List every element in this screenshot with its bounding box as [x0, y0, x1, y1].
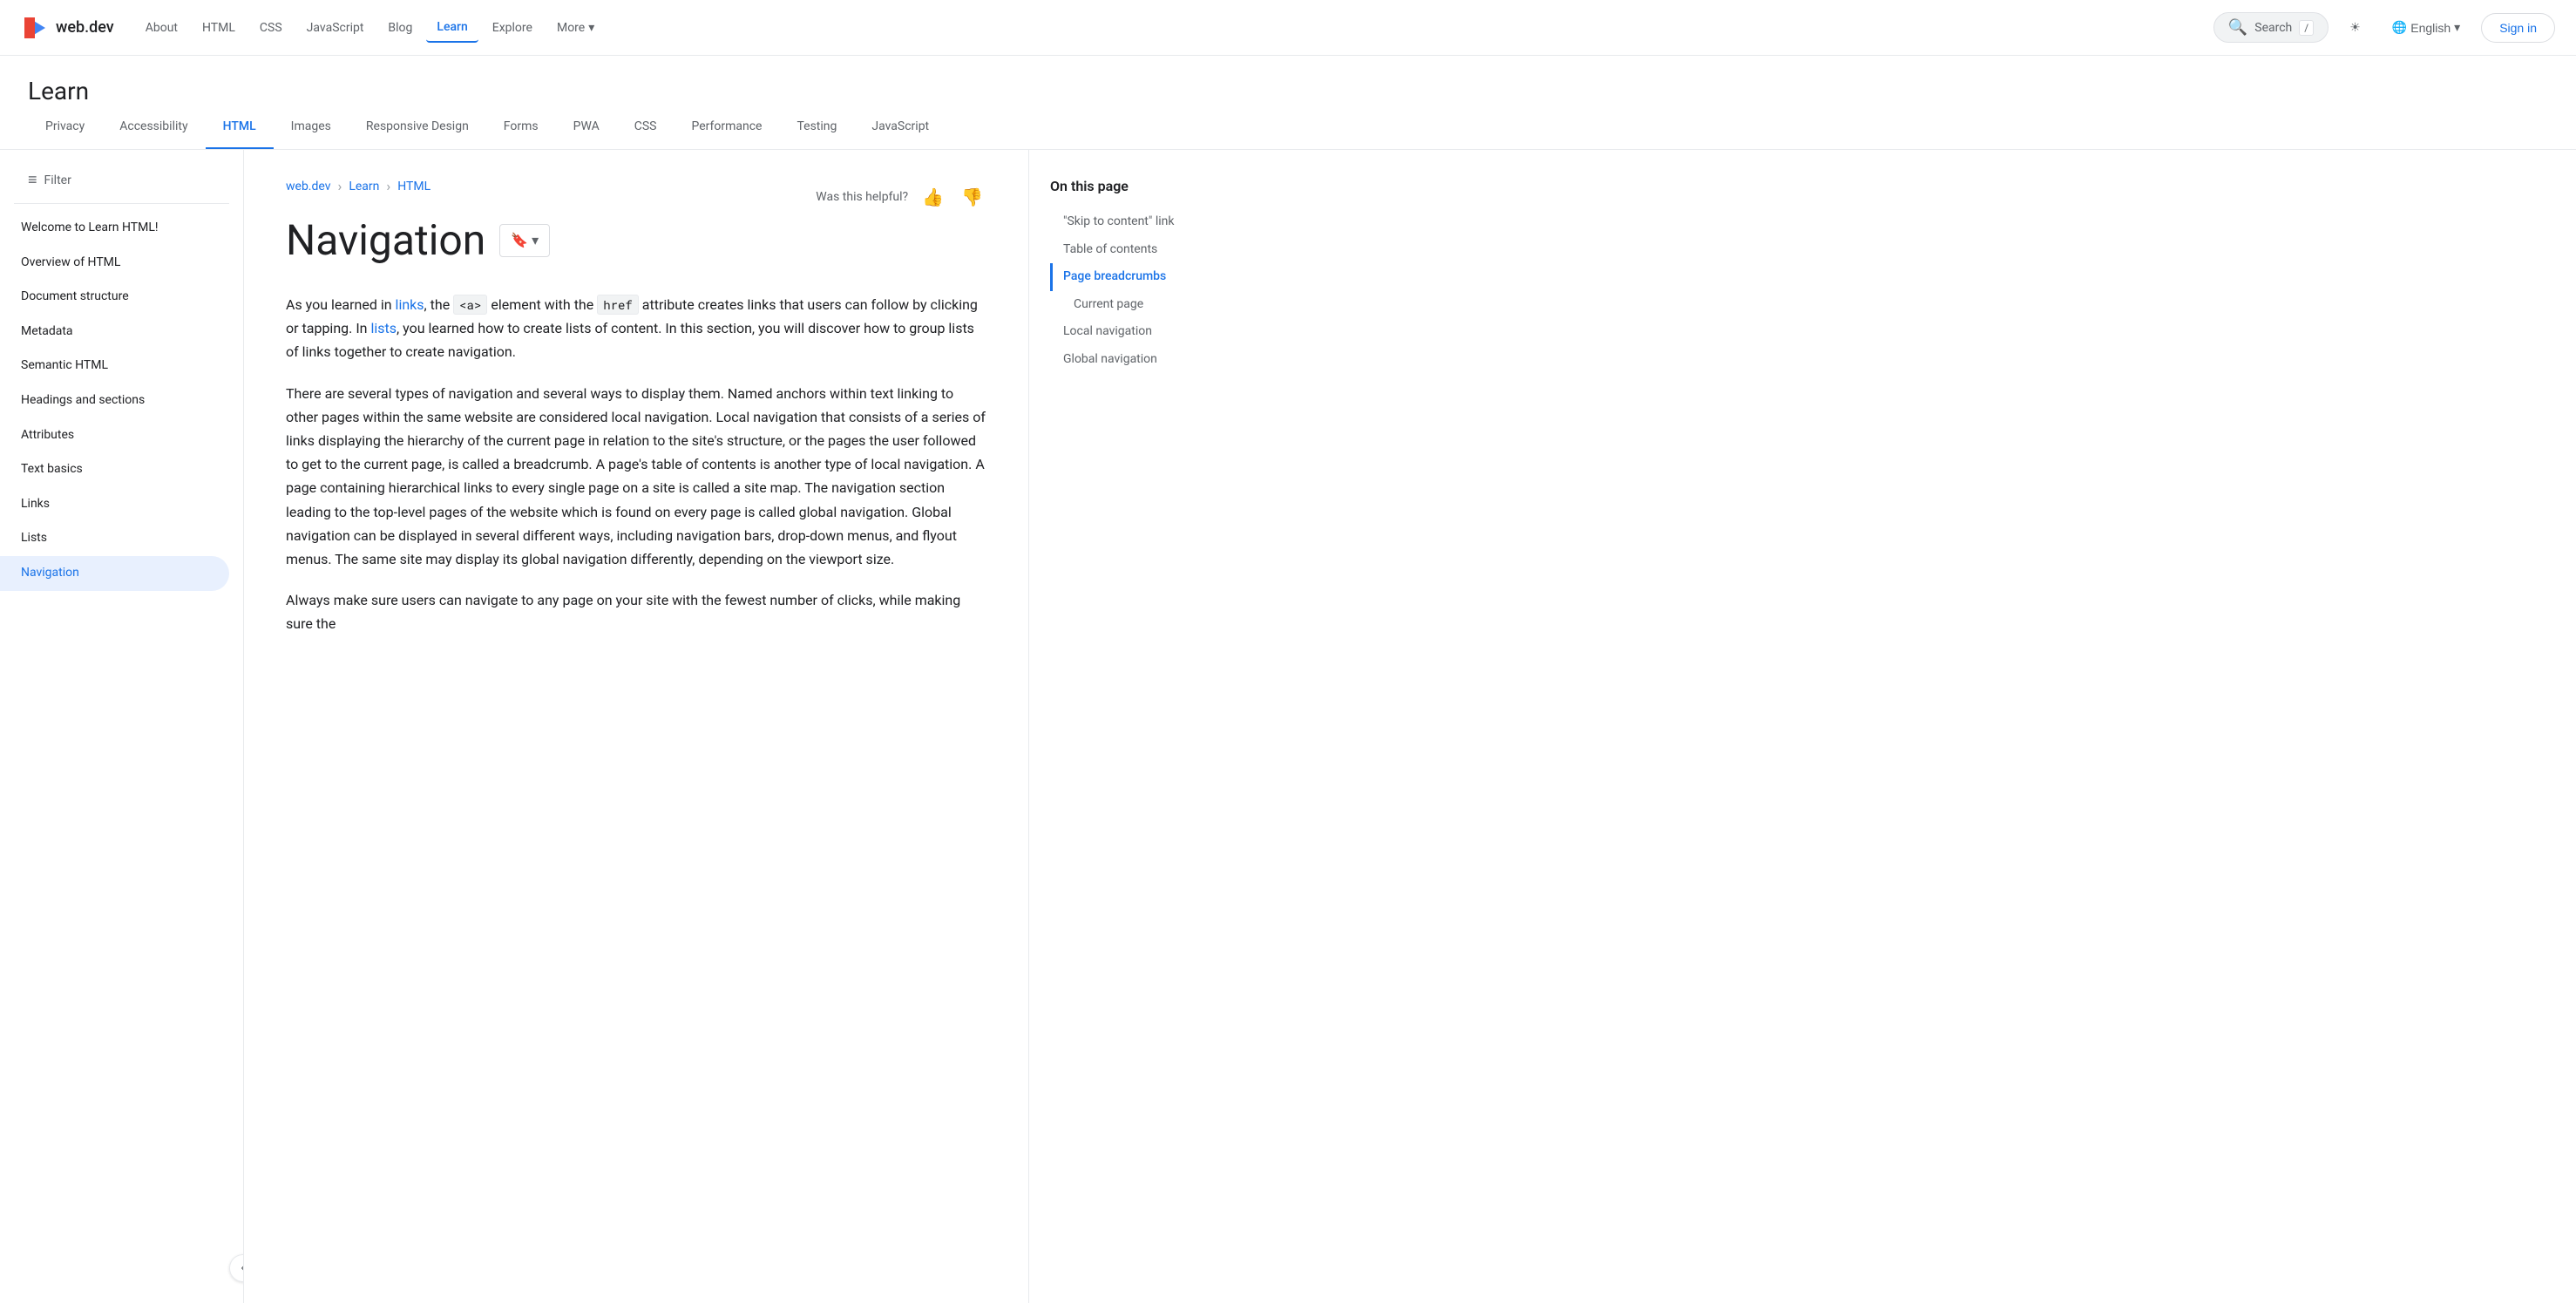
sidebar-item-text-basics[interactable]: Text basics [0, 452, 243, 487]
toc-item-current-page[interactable]: Current page [1050, 291, 1251, 319]
search-icon: 🔍 [2228, 18, 2247, 37]
tab-images[interactable]: Images [274, 105, 349, 150]
search-box[interactable]: 🔍 Search / [2213, 12, 2329, 43]
filter-label: Filter [44, 173, 71, 187]
tab-privacy[interactable]: Privacy [28, 105, 102, 150]
sidebar-item-semantic-html[interactable]: Semantic HTML [0, 349, 243, 383]
breadcrumb-separator-2: › [386, 178, 390, 194]
sign-in-button[interactable]: Sign in [2481, 13, 2555, 43]
logo-icon [21, 14, 49, 42]
link-lists[interactable]: lists [370, 320, 397, 336]
helpful-area: Was this helpful? 👍 👎 [816, 183, 986, 211]
helpful-label: Was this helpful? [816, 190, 908, 204]
sidebar-item-attributes[interactable]: Attributes [0, 418, 243, 453]
code-href: href [597, 295, 639, 315]
category-tabs: Privacy Accessibility HTML Images Respon… [0, 105, 2576, 150]
paragraph-1: As you learned in links, the <a> element… [286, 293, 986, 364]
breadcrumb-row: web.dev › Learn › HTML Was this helpful?… [286, 178, 986, 215]
nav-more[interactable]: More ▾ [546, 14, 605, 42]
main-layout: ≡ Filter Welcome to Learn HTML! Overview… [0, 150, 2576, 1303]
nav-learn[interactable]: Learn [426, 13, 478, 43]
toc-item-table-of-contents[interactable]: Table of contents [1050, 236, 1251, 264]
tab-css[interactable]: CSS [617, 105, 675, 150]
bookmark-button[interactable]: 🔖 ▾ [499, 224, 550, 257]
sidebar-item-metadata[interactable]: Metadata [0, 315, 243, 350]
nav-css[interactable]: CSS [249, 14, 293, 42]
nav-javascript[interactable]: JavaScript [296, 14, 375, 42]
tab-responsive-design[interactable]: Responsive Design [349, 105, 486, 150]
nav-links: About HTML CSS JavaScript Blog Learn Exp… [135, 13, 2207, 43]
search-placeholder: Search [2254, 21, 2292, 35]
tab-accessibility[interactable]: Accessibility [102, 105, 205, 150]
toc-item-page-breadcrumbs[interactable]: Page breadcrumbs [1050, 263, 1251, 291]
globe-icon: 🌐 [2392, 20, 2407, 35]
nav-explore[interactable]: Explore [482, 14, 543, 42]
breadcrumb-html[interactable]: HTML [397, 180, 430, 193]
tab-testing[interactable]: Testing [779, 105, 854, 150]
sidebar-item-lists[interactable]: Lists [0, 521, 243, 556]
breadcrumb: web.dev › Learn › HTML [286, 178, 430, 194]
search-shortcut: / [2299, 20, 2314, 36]
sidebar-item-overview[interactable]: Overview of HTML [0, 246, 243, 281]
tab-html[interactable]: HTML [206, 105, 274, 150]
page-title: Navigation [286, 215, 485, 265]
learn-header: Learn [0, 56, 2576, 105]
content-area: web.dev › Learn › HTML Was this helpful?… [244, 150, 1028, 1303]
breadcrumb-separator-1: › [338, 178, 342, 194]
link-links[interactable]: links [396, 296, 424, 313]
chevron-left-icon: ‹ [241, 1260, 244, 1276]
paragraph-2: There are several types of navigation an… [286, 382, 986, 572]
bookmark-icon: 🔖 [511, 232, 528, 249]
content-body: As you learned in links, the <a> element… [286, 293, 986, 635]
bookmark-dropdown-arrow: ▾ [532, 232, 539, 249]
right-sidebar: On this page "Skip to content" link Tabl… [1028, 150, 1272, 1303]
chevron-down-icon: ▾ [588, 21, 594, 35]
sidebar-item-navigation[interactable]: Navigation [0, 556, 229, 591]
tab-pwa[interactable]: PWA [556, 105, 617, 150]
sun-icon: ☀ [2349, 20, 2361, 35]
sidebar-item-welcome[interactable]: Welcome to Learn HTML! [0, 211, 243, 246]
language-selector[interactable]: 🌐 English ▾ [2382, 13, 2471, 42]
filter-icon: ≡ [28, 171, 37, 189]
top-navigation: web.dev About HTML CSS JavaScript Blog L… [0, 0, 2576, 56]
paragraph-3: Always make sure users can navigate to a… [286, 588, 986, 635]
tab-forms[interactable]: Forms [486, 105, 556, 150]
nav-blog[interactable]: Blog [377, 14, 423, 42]
left-sidebar: ≡ Filter Welcome to Learn HTML! Overview… [0, 150, 244, 1303]
toc-item-skip-to-content[interactable]: "Skip to content" link [1050, 208, 1251, 236]
toc-item-local-navigation[interactable]: Local navigation [1050, 318, 1251, 346]
code-a-tag: <a> [453, 295, 487, 315]
sidebar-item-document-structure[interactable]: Document structure [0, 280, 243, 315]
logo[interactable]: web.dev [21, 14, 114, 42]
toc-item-global-navigation[interactable]: Global navigation [1050, 346, 1251, 374]
breadcrumb-webdev[interactable]: web.dev [286, 180, 331, 193]
thumbs-down-icon[interactable]: 👎 [958, 183, 986, 211]
chevron-down-icon: ▾ [2454, 20, 2460, 35]
nav-right-actions: 🔍 Search / ☀ 🌐 English ▾ Sign in [2213, 12, 2555, 43]
nav-about[interactable]: About [135, 14, 188, 42]
sidebar-item-headings[interactable]: Headings and sections [0, 383, 243, 418]
tab-performance[interactable]: Performance [674, 105, 779, 150]
logo-text: web.dev [56, 18, 114, 37]
thumbs-up-icon[interactable]: 👍 [919, 183, 947, 211]
filter-bar[interactable]: ≡ Filter [14, 164, 229, 204]
tab-javascript[interactable]: JavaScript [854, 105, 946, 150]
theme-toggle-button[interactable]: ☀ [2339, 13, 2371, 42]
sidebar-collapse-button[interactable]: ‹ [229, 1254, 244, 1282]
page-title-row: Navigation 🔖 ▾ [286, 215, 986, 265]
sidebar-item-links[interactable]: Links [0, 487, 243, 522]
nav-html[interactable]: HTML [192, 14, 246, 42]
on-this-page-title: On this page [1050, 178, 1251, 194]
breadcrumb-learn[interactable]: Learn [349, 180, 379, 193]
